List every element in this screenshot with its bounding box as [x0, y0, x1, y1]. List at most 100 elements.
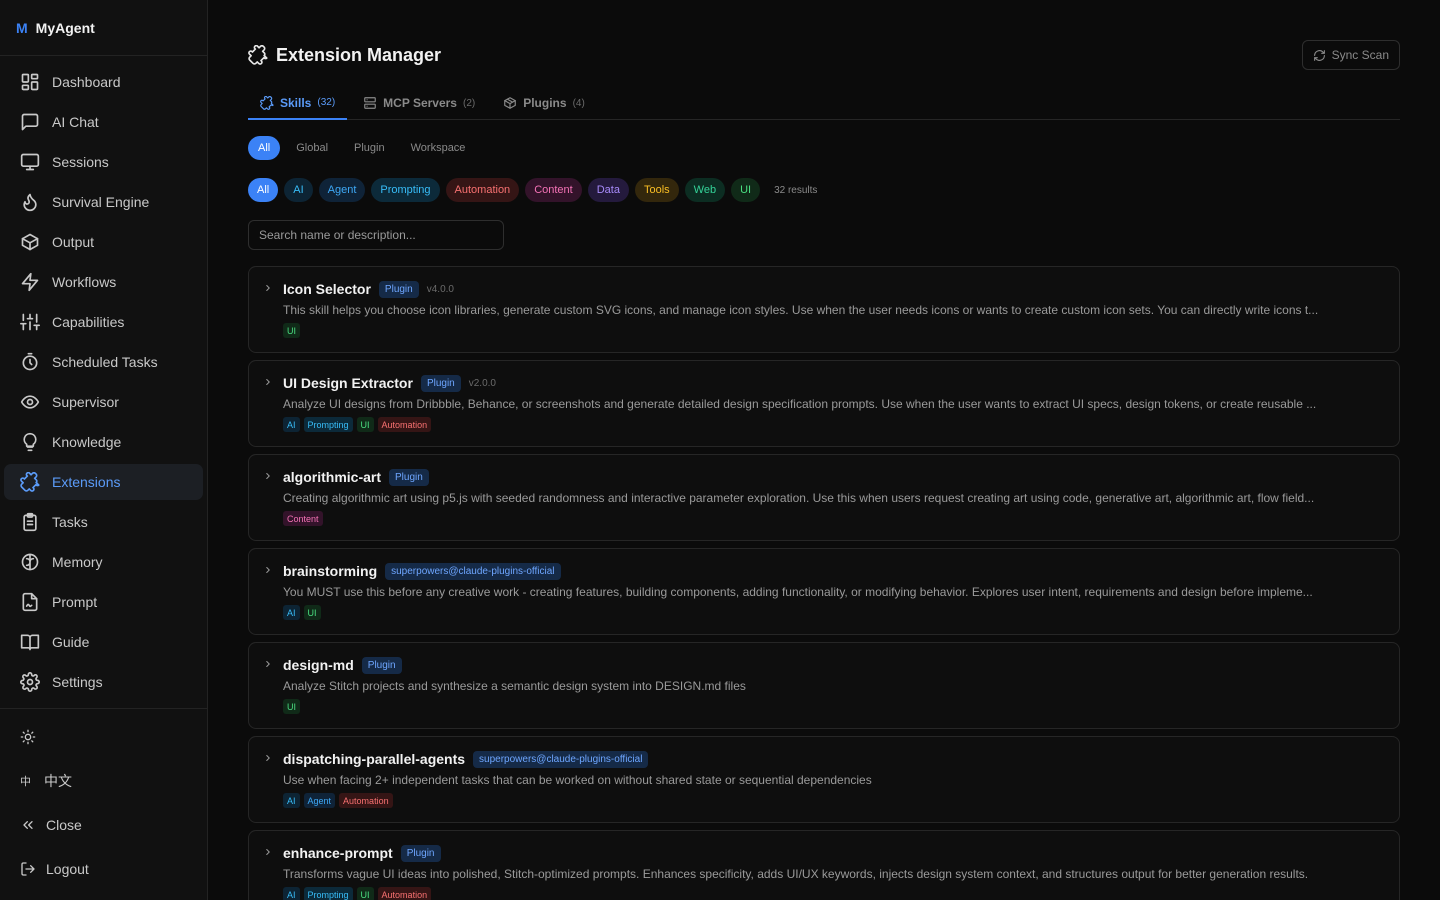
skill-tag: UI [283, 699, 300, 714]
logout-icon [21, 862, 35, 876]
sidebar-item-capabilities[interactable]: Capabilities [4, 304, 203, 340]
sidebar-item-tasks[interactable]: Tasks [4, 504, 203, 540]
sync-scan-button[interactable]: Sync Scan [1301, 40, 1400, 70]
category-filter: All AI Agent Prompting Automation Content Data… [248, 178, 1400, 202]
brand[interactable]: M MyAgent [0, 0, 207, 56]
skill-tag: UI [303, 605, 321, 620]
sidebar-item-survival-engine[interactable]: Survival Engine [4, 184, 203, 220]
sidebar-item-supervisor[interactable]: Supervisor [4, 384, 203, 420]
scope-filter-all[interactable]: All [248, 136, 281, 160]
app-root: M MyAgent Dashboard AI Chat Sessions Surviv… [0, 0, 1440, 900]
chevron-right-icon[interactable] [263, 377, 273, 387]
translate-icon: 中 [20, 776, 31, 788]
puzzle-icon [248, 45, 268, 65]
book-icon [20, 634, 40, 651]
skill-description: Analyze UI designs from Dribbble, Behanc… [283, 397, 1317, 411]
category-filter-data[interactable]: Data [587, 178, 629, 202]
page-title: Extension Manager [276, 44, 442, 65]
sidebar-item-label: Extensions [52, 474, 121, 490]
scope-filter-global[interactable]: Global [286, 136, 338, 160]
sidebar-item-knowledge[interactable]: Knowledge [4, 424, 203, 460]
skill-card[interactable]: design-md Plugin Analyze Stitch projects a… [248, 642, 1400, 729]
category-filter-ai[interactable]: AI [284, 178, 313, 202]
skill-source-badge: Plugin [378, 280, 419, 298]
skill-source-badge: superpowers@claude-plugins-official [473, 750, 649, 768]
sidebar-item-guide[interactable]: Guide [4, 624, 203, 660]
chevron-right-icon[interactable] [263, 283, 273, 293]
skill-card[interactable]: dispatching-parallel-agents superpowers@c… [248, 736, 1400, 823]
skill-version: v2.0.0 [468, 377, 496, 389]
category-filter-content[interactable]: Content [525, 178, 582, 202]
tab-skills[interactable]: Skills (32) [248, 87, 348, 120]
skill-name: brainstorming [283, 563, 378, 579]
skill-tags: Content [283, 511, 1383, 526]
skill-card-header: brainstorming superpowers@claude-plugins-… [283, 561, 1383, 581]
sidebar-item-settings[interactable]: Settings [4, 664, 203, 700]
scope-filter-workspace[interactable]: Workspace [401, 136, 476, 160]
skill-tag: AI [283, 887, 300, 900]
category-filter-web[interactable]: Web [684, 178, 726, 202]
puzzle-icon [260, 95, 274, 110]
skill-name: algorithmic-art [283, 469, 382, 485]
skill-card[interactable]: Icon Selector Plugin v4.0.0 This skill help… [248, 266, 1400, 353]
sidebar-item-memory[interactable]: Memory [4, 544, 203, 580]
sidebar-item-sessions[interactable]: Sessions [4, 144, 203, 180]
sidebar-item-ai-chat[interactable]: AI Chat [4, 104, 203, 140]
chevron-right-icon[interactable] [263, 847, 273, 857]
tab-mcp-servers[interactable]: MCP Servers (2) [351, 87, 487, 119]
chevrons-left-icon [23, 821, 33, 829]
dashboard-icon [21, 73, 39, 91]
skill-card-header: Icon Selector Plugin v4.0.0 [283, 279, 1383, 299]
skill-list: Icon Selector Plugin v4.0.0 This skill help… [248, 266, 1400, 900]
results-count: 32 results [774, 184, 818, 196]
sidebar-item-extensions[interactable]: Extensions [4, 464, 203, 500]
category-filter-all[interactable]: All [248, 178, 279, 202]
logout-label: Logout [46, 861, 89, 877]
skill-card[interactable]: enhance-prompt Plugin Transforms vague UI … [248, 830, 1400, 900]
chevron-right-icon[interactable] [263, 753, 273, 763]
sidebar-item-label: Capabilities [52, 314, 125, 330]
scope-filter-plugin[interactable]: Plugin [344, 136, 395, 160]
sidebar-item-prompt[interactable]: Prompt [4, 584, 203, 620]
refresh-icon [1313, 49, 1325, 61]
sidebar-item-output[interactable]: Output [4, 224, 203, 260]
file-signature-icon [22, 592, 38, 612]
box-icon [21, 233, 39, 251]
skill-tag: Automation [339, 793, 393, 808]
puzzle-icon [20, 472, 40, 492]
search-input[interactable] [248, 220, 504, 250]
skill-card-header: enhance-prompt Plugin [283, 843, 1383, 863]
skill-version: v4.0.0 [426, 283, 454, 295]
skill-card[interactable]: algorithmic-art Plugin Creating algorithmi… [248, 454, 1400, 541]
scope-filter: All Global Plugin Workspace [248, 136, 1400, 160]
sidebar-item-dashboard[interactable]: Dashboard [4, 64, 203, 100]
collapse-sidebar-button[interactable]: Close [0, 803, 207, 847]
skill-description: You MUST use this before any creative wo… [283, 585, 1313, 599]
chevron-right-icon[interactable] [263, 659, 273, 669]
category-filter-tools[interactable]: Tools [634, 178, 679, 202]
logout-button[interactable]: Logout [0, 847, 207, 891]
category-filter-prompting[interactable]: Prompting [371, 178, 440, 202]
brand-logo: M [16, 19, 28, 36]
chevron-right-icon[interactable] [263, 471, 273, 481]
sidebar-item-label: Tasks [52, 514, 88, 530]
category-filter-agent[interactable]: Agent [318, 178, 366, 202]
skill-card[interactable]: UI Design Extractor Plugin v2.0.0 Analyze U… [248, 360, 1400, 447]
theme-toggle-button[interactable] [0, 715, 207, 759]
category-filter-ui[interactable]: UI [731, 178, 761, 202]
sidebar-item-label: Settings [52, 674, 103, 690]
tab-label: Plugins [523, 96, 567, 110]
language-toggle-button[interactable]: 中 中文 [0, 759, 207, 803]
category-filter-automation[interactable]: Automation [445, 178, 520, 202]
sidebar-item-scheduled-tasks[interactable]: Scheduled Tasks [4, 344, 203, 380]
chevron-right-icon[interactable] [263, 565, 273, 575]
skill-card-header: UI Design Extractor Plugin v2.0.0 [283, 373, 1383, 393]
package-icon [504, 97, 517, 109]
sidebar-item-workflows[interactable]: Workflows [4, 264, 203, 300]
sidebar-item-label: AI Chat [52, 114, 99, 130]
monitor-icon [20, 153, 40, 171]
skill-card[interactable]: brainstorming superpowers@claude-plugins-… [248, 548, 1400, 635]
sidebar-footer: 中 中文 Close Logout [0, 709, 207, 897]
gear-icon [20, 672, 40, 692]
tab-plugins[interactable]: Plugins (4) [491, 87, 597, 119]
